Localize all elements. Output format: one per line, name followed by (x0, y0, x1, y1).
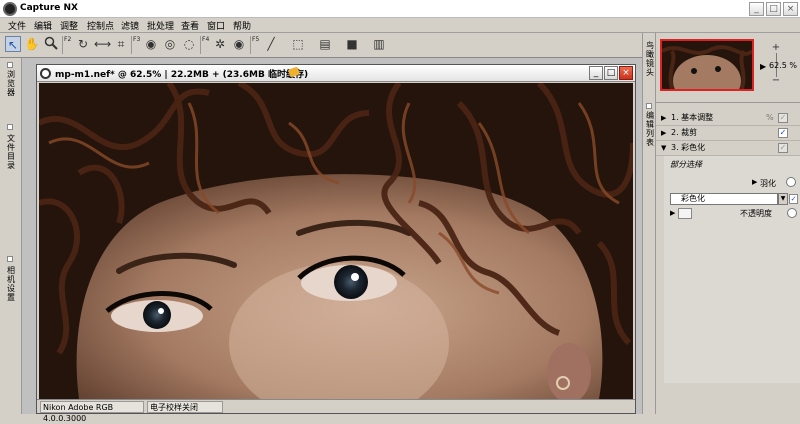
maximize-button[interactable]: □ (766, 2, 781, 16)
step-label: 1. 基本调整 (671, 113, 714, 122)
portrait-photo (39, 83, 633, 399)
document-window: mp-m1.nef* @ 62.5% | 22.2MB + (23.6MB 临时… (36, 64, 636, 423)
app-titlebar: Capture NX _ □ × (0, 0, 800, 18)
status-bar: Nikon Adobe RGB 4.0.0.3000 电子校样关闭 (37, 399, 635, 423)
tab-edit-list[interactable]: 编辑列表 (644, 111, 656, 147)
colorize-subpanel: 部分选择 ▶ 羽化 彩色化 ▼ ✓ ▶ 不透明度 (664, 156, 800, 383)
menu-control-points[interactable]: 控制点 (87, 19, 114, 32)
zoom-out-icon[interactable]: − (770, 75, 782, 87)
effect-checkbox[interactable]: ✓ (789, 194, 798, 204)
crop-icon[interactable]: ⌗ (113, 36, 129, 52)
step-checkbox[interactable]: ✓ (778, 128, 788, 138)
menu-batch[interactable]: 批处理 (147, 19, 174, 32)
document-title: mp-m1.nef* @ 62.5% | 22.2MB + (23.6MB 临时… (55, 70, 309, 80)
zoom-pointer-icon: ▶ (760, 62, 767, 71)
document-close-button[interactable]: × (619, 66, 633, 80)
menu-bar: 文件 编辑 调整 控制点 滤镜 批处理 查看 窗口 帮助 (0, 18, 800, 33)
expand-triangle-icon[interactable]: ▶ (670, 209, 675, 217)
capture-nx-logo-icon (3, 2, 17, 16)
opacity-label: 不透明度 (740, 209, 772, 218)
birdseye-thumbnail[interactable] (660, 39, 754, 91)
edit-step-colorize[interactable]: ▼ 3. 彩色化 ✓ (656, 141, 800, 156)
expand-triangle-icon[interactable]: ▶ (752, 178, 757, 186)
toolbar-badge-f4: F4 (200, 36, 209, 54)
brush-icon[interactable]: ╱ (263, 36, 279, 52)
control-point-black-icon[interactable]: ◉ (143, 36, 159, 52)
filter-icon[interactable]: ▥ (371, 36, 387, 52)
toolbar-badge-f3: F3 (131, 36, 140, 54)
expand-triangle-icon[interactable]: ▶ (661, 126, 666, 140)
step-label: 3. 彩色化 (671, 143, 706, 152)
link-icon: % (766, 113, 774, 122)
feather-radio[interactable] (786, 177, 796, 187)
menu-file[interactable]: 文件 (8, 19, 26, 32)
tab-birdseye[interactable]: 鸟瞰镜头 (644, 41, 656, 77)
menu-filter[interactable]: 滤镜 (121, 19, 139, 32)
menu-window[interactable]: 窗口 (207, 19, 225, 32)
collapse-triangle-icon[interactable]: ▼ (661, 141, 666, 155)
document-plus: + (211, 70, 220, 80)
menu-edit[interactable]: 编辑 (34, 19, 52, 32)
toolbar-badge-f5: F5 (250, 36, 259, 54)
chevron-down-icon[interactable]: ▼ (778, 193, 788, 205)
document-minimize-button[interactable]: _ (589, 66, 603, 80)
right-tab-strip: 鸟瞰镜头 编辑列表 (642, 33, 656, 414)
gradient-icon[interactable]: ▤ (317, 36, 333, 52)
step-checkbox[interactable]: ✓ (778, 143, 788, 153)
document-filename: mp-m1.nef* (55, 70, 115, 80)
app-title: Capture NX (20, 3, 78, 13)
document-maximize-button[interactable]: □ (604, 66, 618, 80)
fill-icon[interactable]: ■ (344, 36, 360, 52)
zoom-icon[interactable] (43, 36, 59, 52)
opacity-row: ▶ 不透明度 (664, 207, 800, 221)
menu-adjust[interactable]: 调整 (60, 19, 78, 32)
right-panel: + ▶ 62.5 % − ▶ 1. 基本调整 % ✓ ▶ 2. 裁剪 ✓ ▼ 3… (656, 33, 800, 414)
left-tab-panel: 浏览器 文件目录 相机设置 (0, 58, 22, 414)
selection-heading: 部分选择 (670, 160, 702, 169)
close-button[interactable]: × (783, 2, 798, 16)
mask-thumbnail[interactable] (678, 208, 692, 219)
image-canvas[interactable] (39, 83, 633, 399)
eye-icon[interactable]: ◉ (231, 36, 247, 52)
tab-pin-icon[interactable] (7, 62, 13, 68)
feather-label: 羽化 (760, 179, 776, 188)
step-label: 2. 裁剪 (671, 128, 698, 137)
effect-select[interactable]: 彩色化 (670, 193, 778, 205)
zoom-level-readout: 62.5 % (769, 61, 797, 70)
softproof-toggle[interactable]: 电子校样关闭 (147, 401, 223, 413)
workspace: mp-m1.nef* @ 62.5% | 22.2MB + (23.6MB 临时… (22, 58, 642, 423)
tab-pin-icon[interactable] (7, 124, 13, 130)
document-titlebar[interactable]: mp-m1.nef* @ 62.5% | 22.2MB + (23.6MB 临时… (37, 65, 635, 82)
step-checkbox[interactable]: ✓ (778, 113, 788, 123)
edit-step-crop[interactable]: ▶ 2. 裁剪 ✓ (656, 126, 800, 141)
tab-pin-icon[interactable] (7, 256, 13, 262)
straighten-icon[interactable]: ⟷ (94, 36, 111, 52)
tab-camera-settings[interactable]: 相机设置 (4, 266, 18, 302)
marquee-icon[interactable]: ⬚ (290, 36, 306, 52)
direct-select-icon[interactable]: ↖ (5, 36, 21, 52)
color-profile-field[interactable]: Nikon Adobe RGB 4.0.0.3000 (40, 401, 144, 423)
tab-pin-icon[interactable] (646, 103, 652, 109)
menu-help[interactable]: 帮助 (233, 19, 251, 32)
rotate-icon[interactable]: ↻ (75, 36, 91, 52)
toolbar-badge-f2: F2 (62, 36, 71, 54)
tab-file-directory[interactable]: 文件目录 (4, 134, 18, 170)
expand-triangle-icon[interactable]: ▶ (661, 111, 666, 125)
control-point-neutral-icon[interactable]: ◌ (181, 36, 197, 52)
opacity-radio[interactable] (787, 208, 797, 218)
tab-browser[interactable]: 浏览器 (4, 70, 18, 97)
control-point-white-icon[interactable]: ◎ (162, 36, 178, 52)
minimize-button[interactable]: _ (749, 2, 764, 16)
document-icon (40, 68, 51, 79)
menu-view[interactable]: 查看 (181, 19, 199, 32)
hand-icon[interactable]: ✋ (24, 36, 40, 52)
edit-list-panel: ▶ 1. 基本调整 % ✓ ▶ 2. 裁剪 ✓ ▼ 3. 彩色化 ✓ 部分选择 … (656, 102, 800, 414)
document-zoom: @ 62.5% (117, 70, 162, 80)
red-eye-icon[interactable]: ✲ (212, 36, 228, 52)
edit-step-basic[interactable]: ▶ 1. 基本调整 % ✓ (656, 111, 800, 126)
document-size: 22.2MB (170, 70, 209, 80)
